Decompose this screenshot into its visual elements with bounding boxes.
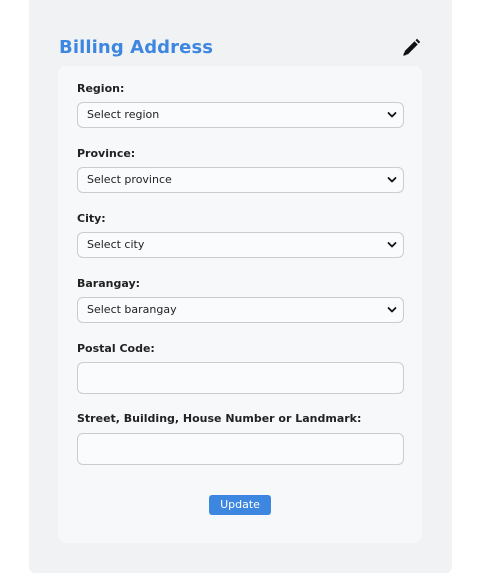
street-label: Street, Building, House Number or Landma… [77, 412, 362, 425]
region-select-value: Select region [87, 108, 160, 121]
billing-form: Region: Select region Province: Select p… [58, 66, 422, 543]
province-label: Province: [77, 147, 136, 160]
chevron-down-icon [387, 307, 397, 313]
region-select[interactable]: Select region [77, 102, 404, 128]
region-label: Region: [77, 82, 125, 95]
update-button[interactable]: Update [209, 495, 271, 515]
card-title: Billing Address [59, 37, 214, 58]
barangay-select-value: Select barangay [87, 303, 177, 316]
city-select[interactable]: Select city [77, 232, 404, 258]
card-header: Billing Address [59, 37, 421, 61]
street-input[interactable] [77, 433, 404, 465]
province-select[interactable]: Select province [77, 167, 404, 193]
barangay-label: Barangay: [77, 277, 141, 290]
chevron-down-icon [387, 177, 397, 183]
pencil-icon [403, 38, 421, 56]
postal-code-label: Postal Code: [77, 342, 155, 355]
billing-address-card: Billing Address Region: Select region Pr… [29, 0, 452, 573]
chevron-down-icon [387, 242, 397, 248]
barangay-select[interactable]: Select barangay [77, 297, 404, 323]
postal-code-input[interactable] [77, 362, 404, 394]
chevron-down-icon [387, 112, 397, 118]
city-label: City: [77, 212, 106, 225]
edit-button[interactable] [401, 38, 421, 58]
city-select-value: Select city [87, 238, 145, 251]
province-select-value: Select province [87, 173, 172, 186]
